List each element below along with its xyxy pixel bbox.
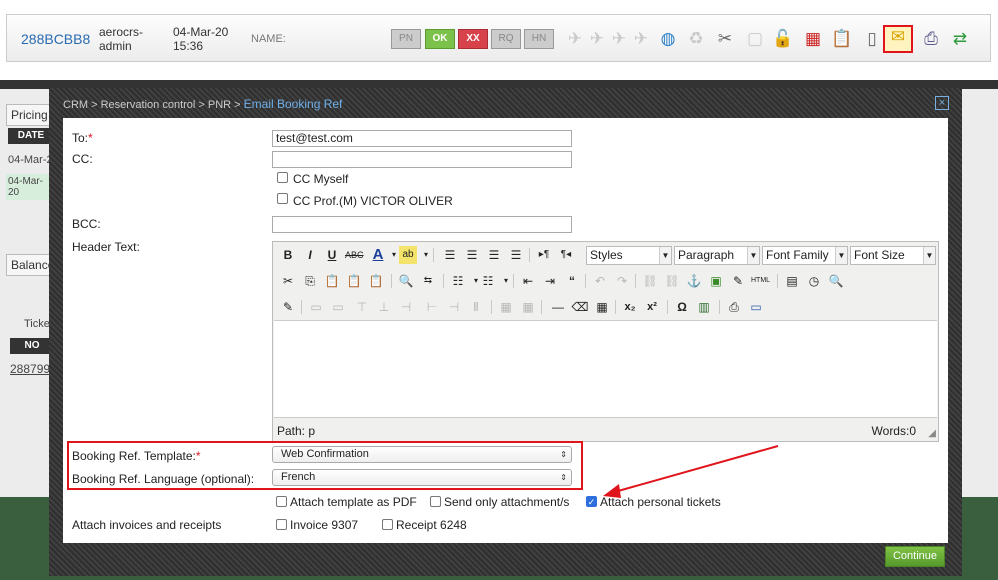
transfer-icon[interactable]: ⇄ bbox=[948, 27, 972, 51]
clipboard-icon[interactable]: 📋 bbox=[830, 27, 854, 51]
plane-icon[interactable]: ✈ bbox=[585, 27, 609, 51]
pricing-tab[interactable]: Pricing bbox=[6, 104, 54, 126]
breadcrumb-current: Email Booking Ref bbox=[243, 97, 343, 111]
status-ok-button[interactable]: OK bbox=[425, 29, 455, 49]
pricing-row-date: 04-Mar-20 bbox=[6, 174, 52, 200]
status-hn-button[interactable]: HN bbox=[524, 29, 554, 49]
globe-icon[interactable]: ◍ bbox=[656, 27, 680, 51]
calculator-icon[interactable]: ▦ bbox=[801, 27, 825, 51]
pnr-link[interactable]: 288BCBB8 bbox=[21, 31, 90, 47]
plane-icon[interactable]: ✈ bbox=[563, 27, 587, 51]
header-time: 15:36 bbox=[173, 39, 204, 53]
plane-icon[interactable]: ✈ bbox=[607, 27, 631, 51]
print-icon[interactable]: ⎙ bbox=[919, 27, 943, 51]
email-booking-modal: CRM > Reservation control > PNR > Email … bbox=[49, 88, 962, 576]
plane-icon[interactable]: ✈ bbox=[629, 27, 653, 51]
unlock-icon[interactable]: 🔓 bbox=[771, 27, 795, 51]
email-icon[interactable]: ✉ bbox=[883, 25, 913, 53]
scissors-icon[interactable]: ✂ bbox=[713, 27, 737, 51]
no-column-header: NO bbox=[10, 338, 54, 354]
pnr-toolbar: 288BCBB8 aerocrs-admin 04-Mar-20 15:36 NA… bbox=[6, 14, 991, 62]
continue-button[interactable]: Continue bbox=[885, 546, 945, 567]
annotation-arrow bbox=[603, 445, 779, 498]
header-user: aerocrs-admin bbox=[99, 25, 144, 53]
status-pn-button[interactable]: PN bbox=[391, 29, 421, 49]
status-rq-button[interactable]: RQ bbox=[491, 29, 521, 49]
breadcrumb-path: CRM > Reservation control > PNR > bbox=[63, 99, 244, 111]
app-header: 288BCBB8 aerocrs-admin 04-Mar-20 15:36 NA… bbox=[0, 0, 998, 80]
close-button[interactable]: × bbox=[935, 96, 949, 110]
status-xx-button[interactable]: XX bbox=[458, 29, 488, 49]
ticket-number-link[interactable]: 288799 bbox=[10, 362, 50, 376]
breadcrumb: CRM > Reservation control > PNR > Email … bbox=[63, 97, 342, 111]
header-name-label: NAME: bbox=[251, 33, 286, 45]
document-icon[interactable]: ▢ bbox=[743, 27, 767, 51]
date-column-header: DATE bbox=[8, 128, 54, 144]
phone-icon[interactable]: ▯ bbox=[860, 27, 884, 51]
annotation-arrow-line bbox=[610, 445, 779, 494]
header-datetime: 04-Mar-20 15:36 bbox=[173, 25, 228, 53]
annotation-arrow-head bbox=[603, 484, 621, 498]
modal-form: To:* test@test.com CC: CC Myself CC Prof… bbox=[63, 118, 948, 543]
header-date: 04-Mar-20 bbox=[173, 25, 229, 39]
recycle-icon[interactable]: ♻ bbox=[684, 27, 708, 51]
balance-tab[interactable]: Balance bbox=[6, 254, 54, 276]
